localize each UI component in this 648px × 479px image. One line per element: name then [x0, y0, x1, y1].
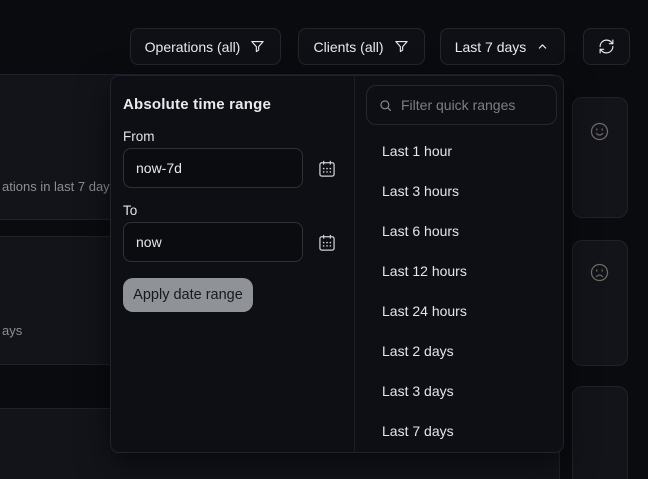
background-card-row2-right [572, 240, 628, 366]
api-monitoring-screen: ations in last 7 days ays Operations (al… [0, 0, 648, 479]
to-calendar-icon[interactable] [315, 231, 339, 255]
background-subtitle-fragment-2: ays [2, 323, 22, 338]
time-range-button[interactable]: Last 7 days [440, 28, 565, 65]
from-calendar-icon[interactable] [315, 157, 339, 181]
quick-range-option[interactable]: Last 6 hours [355, 211, 564, 251]
clients-filter-button[interactable]: Clients (all) [298, 28, 425, 65]
to-label: To [123, 203, 137, 218]
clients-filter-label: Clients (all) [313, 39, 383, 55]
from-label: From [123, 129, 155, 144]
quick-range-option[interactable]: Last 24 hours [355, 291, 564, 331]
background-subtitle-fragment: ations in last 7 days [2, 179, 116, 194]
search-icon [378, 98, 393, 113]
apply-date-range-button[interactable]: Apply date range [123, 278, 253, 312]
background-card-row3-right [572, 386, 628, 479]
quick-range-option[interactable]: Last 3 hours [355, 171, 564, 211]
refresh-icon [598, 38, 615, 55]
quick-range-option[interactable]: Last 1 hour [355, 131, 564, 171]
from-input[interactable] [123, 148, 303, 188]
to-input[interactable] [123, 222, 303, 262]
quick-ranges-search[interactable] [366, 85, 557, 125]
operations-filter-button[interactable]: Operations (all) [130, 28, 281, 65]
filter-funnel-icon [249, 38, 266, 55]
quick-range-option[interactable]: Last 12 hours [355, 251, 564, 291]
operations-filter-label: Operations (all) [145, 39, 241, 55]
time-range-label: Last 7 days [455, 39, 527, 55]
smiley-face-icon [588, 120, 611, 143]
background-card-row1-right [572, 97, 628, 218]
refresh-button[interactable] [583, 28, 630, 65]
filter-funnel-icon [393, 38, 410, 55]
filter-quick-ranges-input[interactable] [401, 97, 545, 113]
time-range-popover: Absolute time range From To [110, 75, 564, 453]
frown-face-icon [588, 261, 611, 284]
quick-range-option[interactable]: Last 7 days [355, 411, 564, 451]
chevron-up-icon [535, 39, 550, 54]
quick-range-option[interactable]: Last 3 days [355, 371, 564, 411]
quick-range-option[interactable]: Last 2 days [355, 331, 564, 371]
absolute-time-range-title: Absolute time range [123, 96, 271, 113]
